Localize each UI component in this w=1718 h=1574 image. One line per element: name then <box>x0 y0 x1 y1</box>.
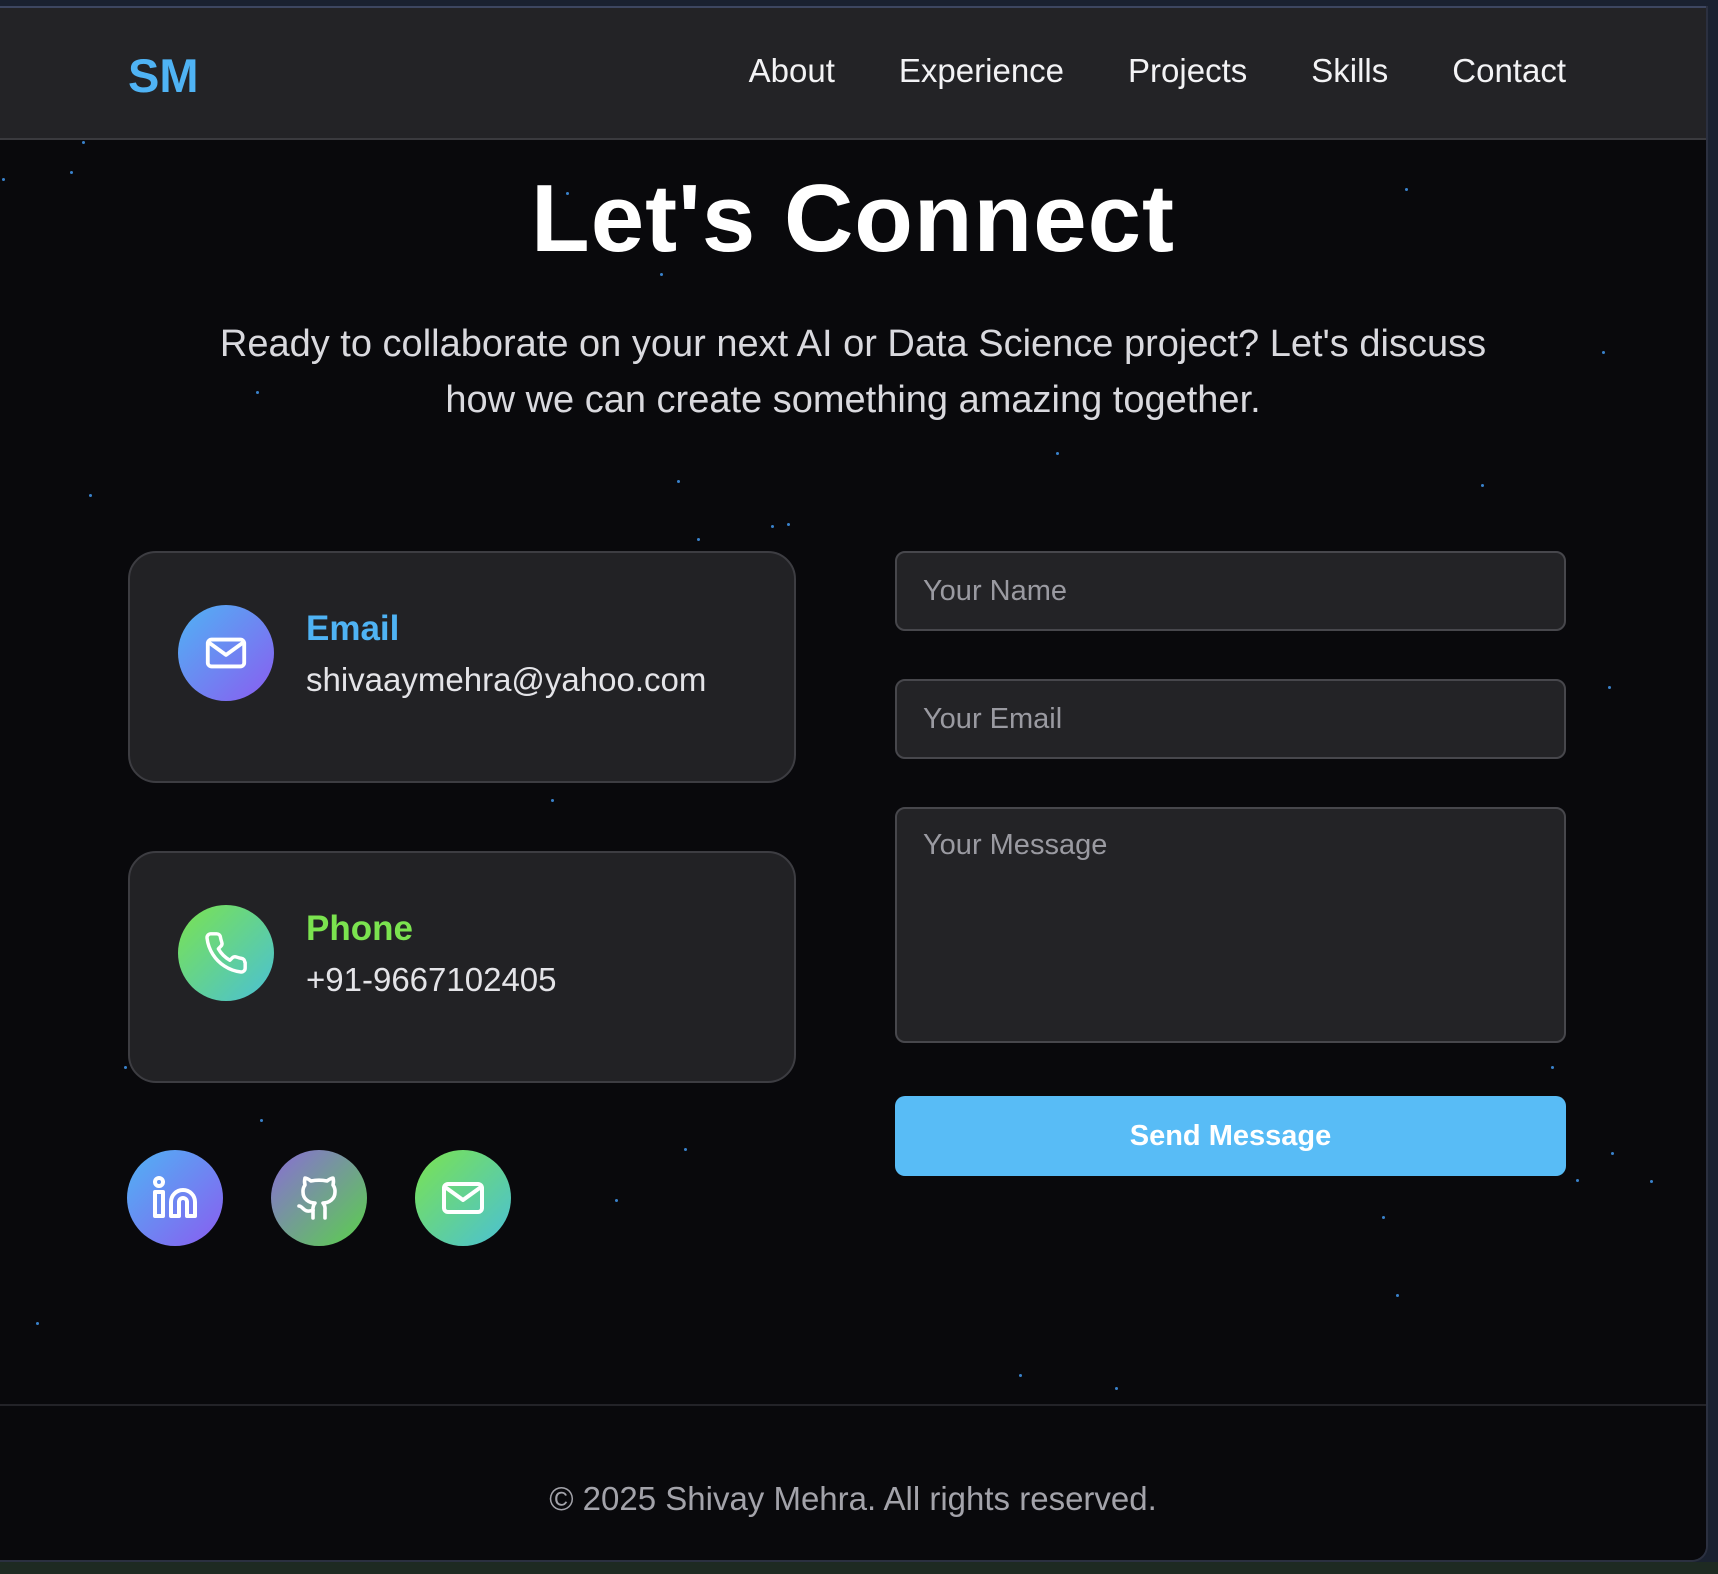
nav-link-about[interactable]: About <box>749 52 835 90</box>
email-address[interactable]: shivaaymehra@yahoo.com <box>306 661 706 699</box>
phone-number[interactable]: +91-9667102405 <box>306 961 557 999</box>
nav-link-skills[interactable]: Skills <box>1311 52 1388 90</box>
linkedin-button[interactable] <box>127 1150 223 1246</box>
mail-icon <box>178 605 274 701</box>
desktop-background-strip <box>0 1562 1718 1574</box>
nav-link-contact[interactable]: Contact <box>1452 52 1566 90</box>
email-card-title: Email <box>306 609 400 648</box>
email-input[interactable] <box>895 679 1566 759</box>
nav-link-projects[interactable]: Projects <box>1128 52 1247 90</box>
phone-icon <box>178 905 274 1001</box>
navbar: SM About Experience Projects Skills Cont… <box>0 6 1706 140</box>
nav-link-experience[interactable]: Experience <box>899 52 1064 90</box>
footer: © 2025 Shivay Mehra. All rights reserved… <box>0 1404 1706 1560</box>
github-button[interactable] <box>271 1150 367 1246</box>
name-input[interactable] <box>895 551 1566 631</box>
github-icon <box>297 1176 337 1220</box>
mail-icon <box>442 1182 484 1214</box>
email-card: Email shivaaymehra@yahoo.com <box>128 551 796 783</box>
mail-button[interactable] <box>415 1150 511 1246</box>
site-logo[interactable]: SM <box>128 48 199 103</box>
nav-links: About Experience Projects Skills Contact <box>749 52 1566 90</box>
portfolio-window: SM About Experience Projects Skills Cont… <box>0 6 1708 1562</box>
linkedin-icon <box>153 1176 197 1218</box>
page-title: Let's Connect <box>531 165 1175 272</box>
phone-card-title: Phone <box>306 909 413 948</box>
send-message-button[interactable]: Send Message <box>895 1096 1566 1176</box>
page-subtitle: Ready to collaborate on your next AI or … <box>219 323 1487 421</box>
phone-card: Phone +91-9667102405 <box>128 851 796 1083</box>
message-textarea[interactable] <box>895 807 1566 1043</box>
copyright-text: © 2025 Shivay Mehra. All rights reserved… <box>549 1480 1157 1517</box>
